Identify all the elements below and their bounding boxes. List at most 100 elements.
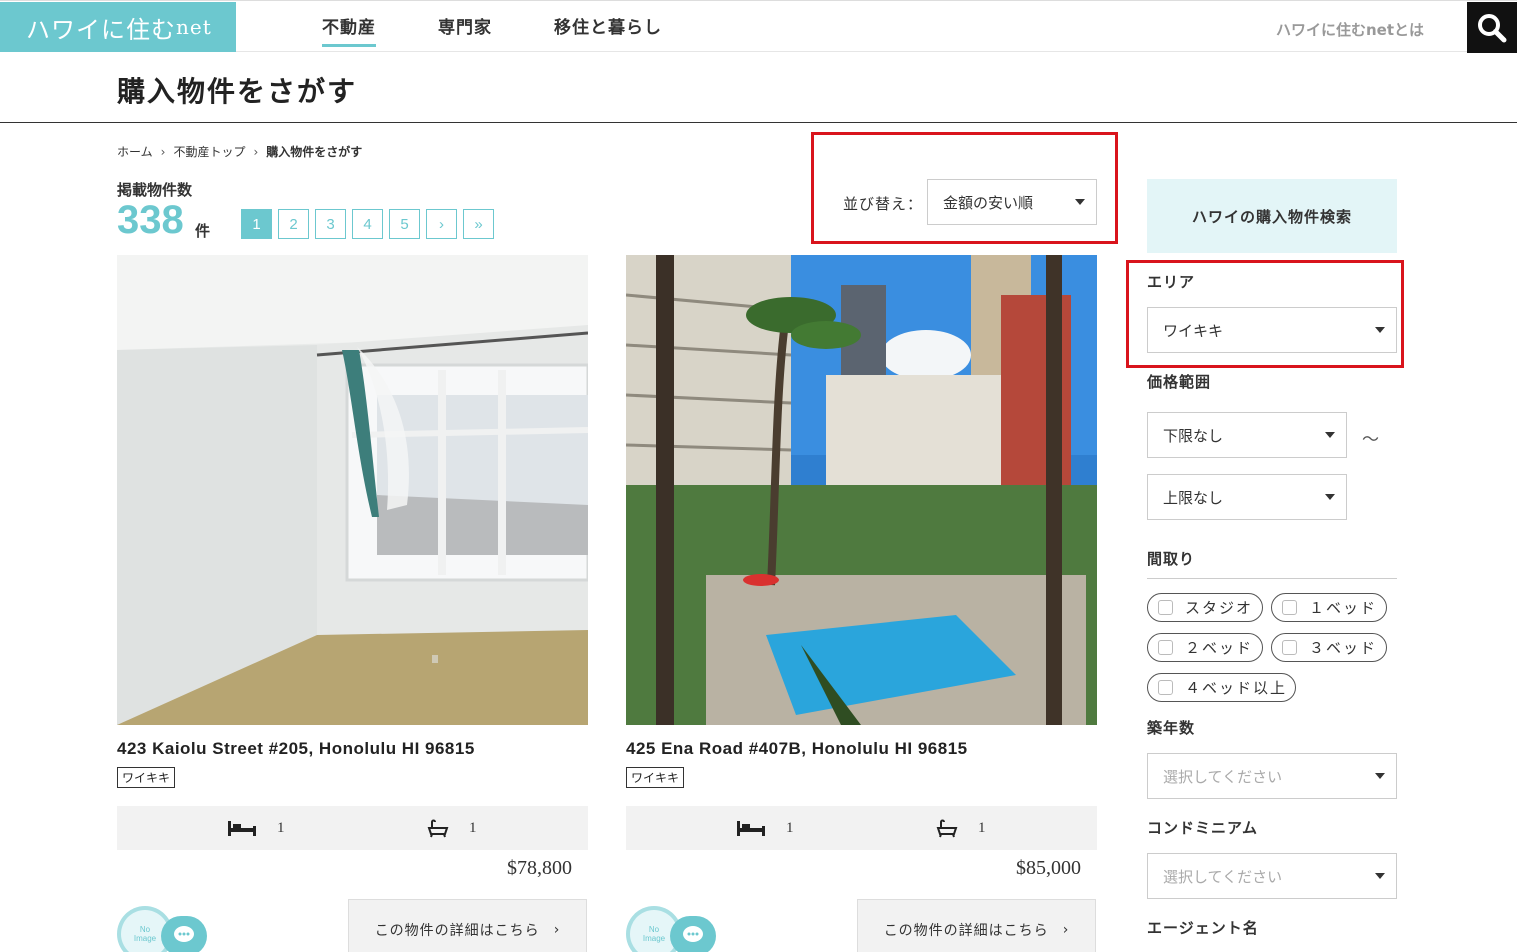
property-detail-button[interactable]: この物件の詳細はこちら ›: [348, 899, 587, 952]
layout-option-3bed[interactable]: ３ベッド: [1271, 633, 1387, 662]
price-range-tilde: ～: [1362, 430, 1379, 450]
beds-spec: 1: [227, 818, 285, 838]
avatar-image-label: Image: [643, 934, 666, 943]
sort-select-value: 金額の安い順: [943, 193, 1034, 212]
beds-count: 1: [786, 819, 794, 836]
breadcrumb-home[interactable]: ホーム: [117, 143, 153, 160]
no-image-avatar-icon: No Image: [117, 906, 207, 952]
condominium-select[interactable]: 選択してください: [1147, 853, 1397, 899]
main-nav: 不動産 専門家 移住と暮らし: [322, 13, 724, 47]
property-specs: 1 1: [117, 806, 588, 850]
building-age-label: 築年数: [1147, 719, 1196, 737]
logo-suffix: net: [176, 15, 212, 39]
caret-down-icon: [1375, 873, 1385, 879]
area-select-value: ワイキキ: [1163, 321, 1224, 340]
agent-name-label: エージェント名: [1147, 919, 1259, 937]
sort-label: 並び替え：: [843, 195, 924, 213]
listing-count-value: 338: [117, 198, 184, 242]
layout-label: 間取り: [1147, 550, 1196, 568]
room-photo: [117, 255, 588, 725]
site-logo[interactable]: ハワイに住む net: [0, 2, 236, 52]
page-4-button[interactable]: 4: [352, 209, 383, 239]
property-photo[interactable]: [626, 255, 1097, 725]
property-price: $78,800: [507, 857, 572, 879]
price-max-select[interactable]: 上限なし: [1147, 474, 1347, 520]
price-min-value: 下限なし: [1163, 426, 1224, 445]
title-divider: [0, 122, 1517, 123]
chevron-right-icon: ›: [553, 922, 561, 938]
layout-option-label: １ベッド: [1309, 599, 1378, 617]
site-header: ハワイに住む net 不動産 専門家 移住と暮らし ハワイに住むnetとは: [0, 0, 1517, 53]
bathtub-icon: [427, 819, 449, 838]
layout-divider: [1147, 578, 1397, 579]
area-tag: ワイキキ: [117, 767, 176, 788]
bathtub-icon: [936, 819, 958, 838]
last-page-button[interactable]: »: [463, 209, 494, 239]
price-max-value: 上限なし: [1163, 488, 1224, 507]
beds-spec: 1: [736, 818, 794, 838]
chevron-right-icon: ›: [1062, 922, 1070, 938]
layout-option-4bed-plus[interactable]: ４ベッド以上: [1147, 673, 1296, 702]
agent-avatar[interactable]: No Image: [626, 906, 716, 952]
nav-real-estate[interactable]: 不動産: [322, 13, 376, 47]
search-icon: [1478, 13, 1507, 42]
page-3-button[interactable]: 3: [315, 209, 346, 239]
avatar-image-label: Image: [134, 934, 157, 943]
price-min-select[interactable]: 下限なし: [1147, 412, 1347, 458]
checkbox[interactable]: [1158, 640, 1173, 655]
nav-living[interactable]: 移住と暮らし: [554, 13, 662, 47]
breadcrumb-separator: ›: [253, 144, 259, 159]
page-5-button[interactable]: 5: [389, 209, 420, 239]
bed-icon: [737, 821, 765, 836]
property-title[interactable]: 423 Kaiolu Street #205, Honolulu HI 9681…: [117, 739, 475, 759]
checkbox[interactable]: [1282, 600, 1297, 615]
detail-button-label: この物件の詳細はこちら: [883, 923, 1049, 939]
checkbox[interactable]: [1158, 600, 1173, 615]
property-title[interactable]: 425 Ena Road #407B, Honolulu HI 96815: [626, 739, 968, 759]
building-age-placeholder: 選択してください: [1163, 767, 1283, 786]
baths-spec: 1: [936, 818, 986, 838]
property-specs: 1 1: [626, 806, 1097, 850]
avatar-no-label: No: [140, 925, 151, 934]
layout-option-label: ３ベッド: [1309, 639, 1378, 657]
detail-button-label: この物件の詳細はこちら: [374, 923, 540, 939]
avatar-no-label: No: [649, 925, 660, 934]
next-page-button[interactable]: ›: [426, 209, 457, 239]
layout-option-1bed[interactable]: １ベッド: [1271, 593, 1387, 622]
layout-option-studio[interactable]: スタジオ: [1147, 593, 1263, 622]
building-age-select[interactable]: 選択してください: [1147, 753, 1397, 799]
nav-experts[interactable]: 専門家: [438, 13, 492, 47]
area-label: エリア: [1147, 273, 1196, 291]
area-select[interactable]: ワイキキ: [1147, 307, 1397, 353]
property-price: $85,000: [1016, 857, 1081, 879]
property-detail-button[interactable]: この物件の詳細はこちら ›: [857, 899, 1096, 952]
breadcrumb-separator: ›: [160, 144, 166, 159]
search-button[interactable]: [1467, 2, 1517, 53]
property-photo[interactable]: [117, 255, 588, 725]
logo-text: ハワイに住む: [26, 15, 176, 44]
layout-option-label: ２ベッド: [1185, 639, 1254, 657]
pool-photo: [626, 255, 1097, 725]
baths-count: 1: [469, 819, 477, 836]
agent-avatar[interactable]: No Image: [117, 906, 207, 952]
breadcrumb: ホーム › 不動産トップ › 購入物件をさがす: [117, 143, 362, 160]
caret-down-icon: [1325, 494, 1335, 500]
page-1-button[interactable]: 1: [241, 209, 272, 239]
area-tag: ワイキキ: [626, 767, 685, 788]
caret-down-icon: [1075, 199, 1085, 205]
caret-down-icon: [1375, 773, 1385, 779]
breadcrumb-real-estate-top[interactable]: 不動産トップ: [173, 143, 245, 160]
caret-down-icon: [1325, 432, 1335, 438]
page-2-button[interactable]: 2: [278, 209, 309, 239]
listing-count-unit: 件: [195, 222, 211, 240]
about-link[interactable]: ハワイに住むnetとは: [1276, 19, 1424, 40]
layout-option-2bed[interactable]: ２ベッド: [1147, 633, 1263, 662]
condominium-label: コンドミニアム: [1147, 819, 1258, 837]
listing-count-label: 掲載物件数: [117, 181, 193, 199]
sort-select[interactable]: 金額の安い順: [927, 179, 1097, 225]
layout-option-label: ４ベッド以上: [1185, 679, 1288, 697]
checkbox[interactable]: [1282, 640, 1297, 655]
pagination: 1 2 3 4 5 › »: [241, 209, 494, 239]
checkbox[interactable]: [1158, 680, 1173, 695]
beds-count: 1: [277, 819, 285, 836]
